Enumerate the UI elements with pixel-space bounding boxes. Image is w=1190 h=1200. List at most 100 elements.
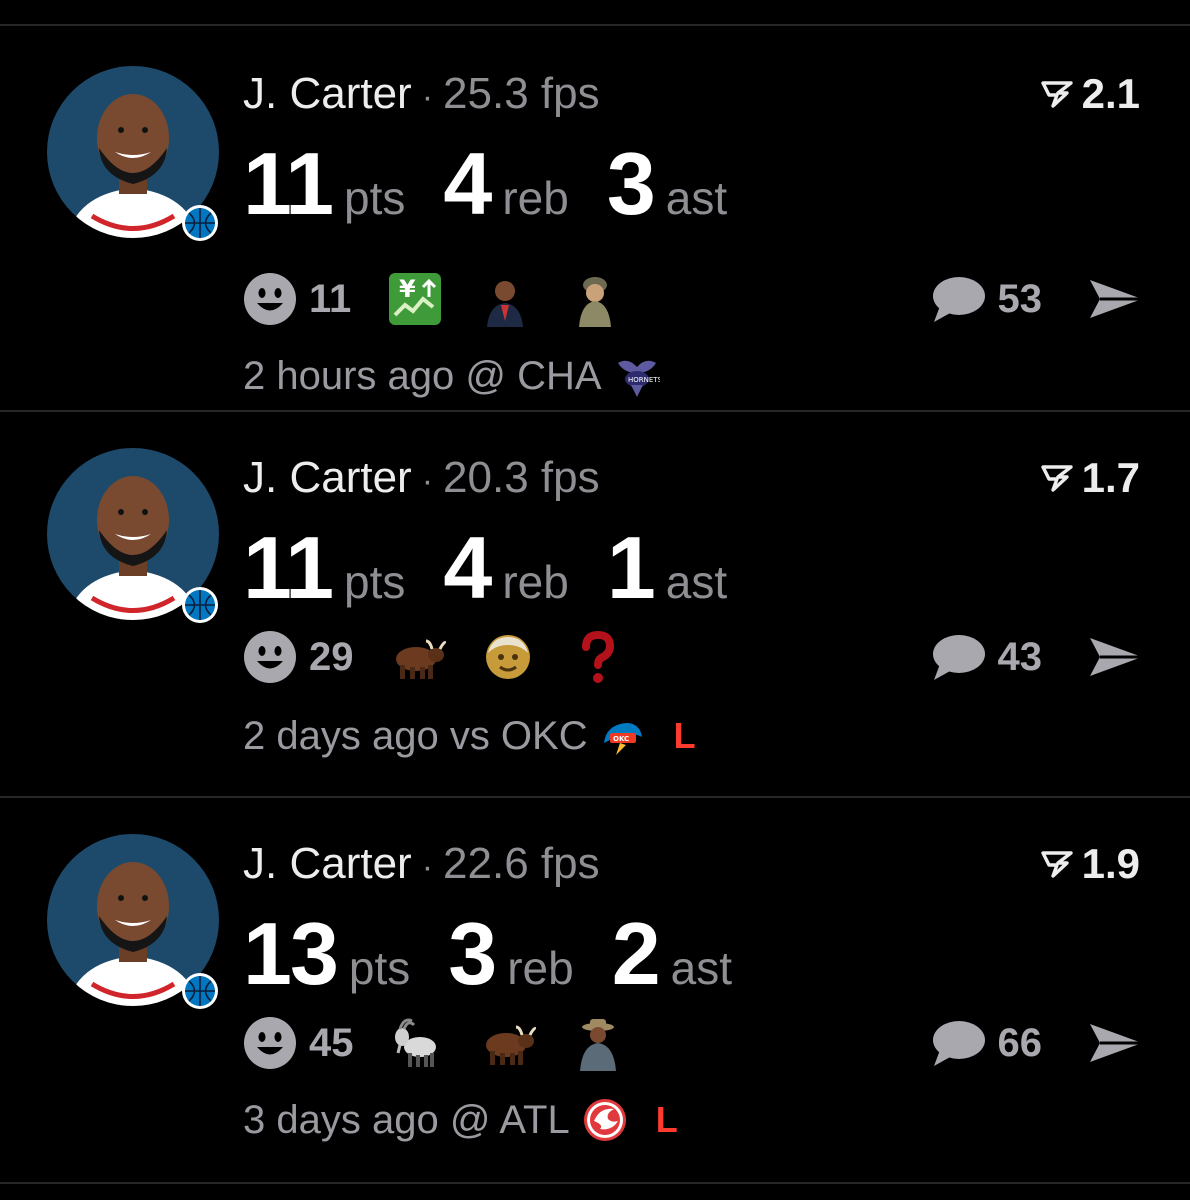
points-label: pts: [344, 172, 406, 224]
assists-value: 1: [606, 518, 656, 617]
rebounds-value: 3: [448, 904, 497, 1003]
points-label: pts: [348, 942, 411, 994]
player-header: J. Carter · 20.3 fps: [243, 452, 600, 507]
player-avatar[interactable]: [47, 834, 219, 1009]
divider: [0, 1182, 1190, 1184]
svg-text:HORNETS: HORNETS: [628, 376, 660, 384]
reactions-row: 45: [243, 1010, 660, 1076]
person-in-suit-emoji-icon[interactable]: [477, 271, 533, 327]
magic-team-badge-icon: [181, 972, 219, 1010]
assists-label: ast: [665, 556, 728, 608]
thunder-logo-icon: OKC: [603, 723, 642, 755]
rating-icon: [1040, 465, 1073, 492]
stat-line: 11 pts 4 reb 3 ast: [243, 136, 765, 232]
comment-icon[interactable]: [930, 1018, 986, 1068]
post-actions: 43: [930, 624, 1145, 690]
reaction-count: 45: [309, 1020, 354, 1065]
stat-line: 11 pts 4 reb 1 ast: [243, 520, 765, 616]
game-meta: 3 days ago @ ATL L: [243, 1094, 678, 1146]
comment-icon[interactable]: [930, 632, 986, 682]
comment-count: 66: [997, 1020, 1043, 1065]
game-meta: 2 hours ago @ CHA HORNETS: [243, 350, 688, 402]
game-time-opponent: 2 days ago vs OKC: [243, 713, 588, 758]
assists-value: 2: [611, 904, 661, 1003]
goat-emoji-icon[interactable]: [390, 1015, 446, 1071]
svg-text:¥: ¥: [399, 275, 416, 303]
assists-value: 3: [606, 134, 656, 233]
comment-icon[interactable]: [930, 274, 986, 324]
player-header: J. Carter · 25.3 fps: [243, 68, 600, 123]
smiley-reaction-icon[interactable]: [243, 272, 297, 326]
assists-stat: 1 ast: [607, 520, 727, 616]
comment-count: 53: [997, 276, 1043, 321]
rating-value: 1.9: [1081, 840, 1140, 887]
fantasy-points: 22.6 fps: [443, 839, 600, 888]
reactions-row: 29: [243, 624, 660, 690]
rating[interactable]: 1.9: [1040, 838, 1140, 890]
game-card[interactable]: J. Carter · 22.6 fps 1.9 13 pts 3 reb 2 as…: [0, 798, 1190, 1183]
rebounds-stat: 4 reb: [443, 136, 568, 232]
rating-value: 2.1: [1081, 70, 1140, 117]
rating[interactable]: 2.1: [1040, 68, 1140, 120]
points-value: 11: [243, 518, 334, 617]
reactions-row: 11 ¥: [243, 266, 657, 332]
player-avatar[interactable]: [47, 448, 219, 623]
points-label: pts: [344, 556, 406, 608]
points-stat: 11 pts: [243, 520, 405, 616]
reaction-count: 29: [309, 634, 354, 679]
smiley-reaction-icon[interactable]: [243, 630, 297, 684]
points-stat: 13 pts: [243, 906, 410, 1002]
yen-chart-emoji-icon[interactable]: ¥: [387, 271, 443, 327]
game-feed: J. Carter · 25.3 fps 2.1 11 pts 4 reb 3 as…: [0, 0, 1190, 1200]
post-actions: 66: [930, 1010, 1145, 1076]
separator: ·: [421, 462, 434, 500]
player-name[interactable]: J. Carter: [243, 453, 412, 502]
ox-emoji-icon[interactable]: [390, 629, 446, 685]
post-actions: 53: [930, 266, 1145, 332]
smiley-reaction-icon[interactable]: [243, 1016, 297, 1070]
assists-label: ast: [665, 172, 728, 224]
rebounds-stat: 3 reb: [448, 906, 573, 1002]
rebounds-stat: 4 reb: [443, 520, 568, 616]
rebounds-value: 4: [443, 518, 492, 617]
game-result: L: [655, 1099, 678, 1140]
hornets-logo-icon: HORNETS: [617, 360, 660, 397]
question-mark-emoji-icon[interactable]: [570, 629, 626, 685]
soldier-emoji-icon[interactable]: [567, 271, 623, 327]
magic-team-badge-icon: [181, 204, 219, 242]
comment-count: 43: [997, 634, 1043, 679]
game-meta: 2 days ago vs OKC OKC L: [243, 710, 696, 762]
older-person-emoji-icon[interactable]: [480, 629, 536, 685]
fantasy-points: 25.3 fps: [443, 69, 600, 118]
points-value: 11: [243, 134, 334, 233]
game-card[interactable]: J. Carter · 20.3 fps 1.7 11 pts 4 reb 1 as…: [0, 412, 1190, 797]
share-send-icon[interactable]: [1088, 276, 1144, 322]
game-card[interactable]: J. Carter · 25.3 fps 2.1 11 pts 4 reb 3 as…: [0, 26, 1190, 411]
rating-value: 1.7: [1081, 454, 1140, 501]
assists-stat: 3 ast: [607, 136, 727, 232]
assists-label: ast: [670, 942, 733, 994]
rebounds-value: 4: [443, 134, 492, 233]
rebounds-label: reb: [507, 942, 574, 994]
rebounds-label: reb: [502, 556, 569, 608]
assists-stat: 2 ast: [612, 906, 732, 1002]
magic-team-badge-icon: [181, 586, 219, 624]
points-value: 13: [243, 904, 339, 1003]
reaction-count: 11: [309, 276, 352, 321]
rating-icon: [1040, 81, 1073, 108]
player-avatar[interactable]: [47, 66, 219, 241]
share-send-icon[interactable]: [1088, 1020, 1144, 1066]
points-stat: 11 pts: [243, 136, 405, 232]
cowboy-figure-emoji-icon[interactable]: [570, 1015, 626, 1071]
share-send-icon[interactable]: [1088, 634, 1144, 680]
game-time-opponent: 2 hours ago @ CHA: [243, 353, 602, 398]
game-result: L: [673, 715, 696, 756]
game-time-opponent: 3 days ago @ ATL: [243, 1097, 570, 1142]
separator: ·: [421, 848, 434, 886]
ox-emoji-icon[interactable]: [480, 1015, 536, 1071]
player-name[interactable]: J. Carter: [243, 69, 412, 118]
player-name[interactable]: J. Carter: [243, 839, 412, 888]
rating[interactable]: 1.7: [1040, 452, 1140, 504]
separator: ·: [421, 78, 434, 116]
hawks-logo-icon: [583, 1099, 626, 1141]
